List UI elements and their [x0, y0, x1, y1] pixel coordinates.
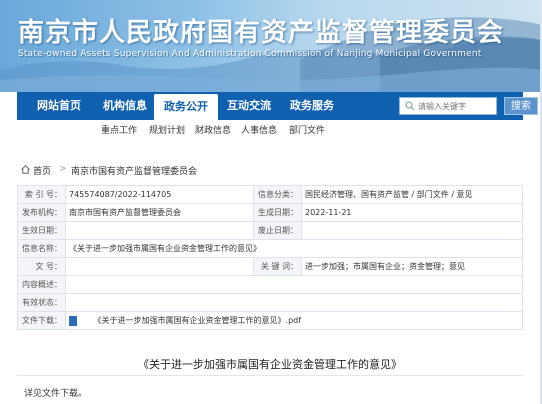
info-row: 信息名称： 《关于进一步加强市属国有企业资金管理工作的意见》: [17, 239, 523, 258]
issuer-value: 南京市国有资产监督管理委员会: [65, 203, 254, 222]
site-subtitle: State-owned Assets Supervision And Admin…: [18, 49, 482, 59]
search-button[interactable]: 搜索: [504, 97, 538, 115]
name-label: 信息名称：: [17, 239, 66, 258]
issuer-label: 发布机构：: [17, 203, 66, 222]
content-summary-label: 内容概述：: [17, 275, 66, 294]
site-banner: 南京市人民政府国有资产监督管理委员会 State-owned Assets Su…: [0, 0, 542, 92]
info-row: 文件下载： 《关于进一步加强市属国有企业资金管理工作的意见》.pdf: [17, 311, 523, 330]
status-label: 有效状态：: [17, 293, 66, 312]
index-no-label: 索 引 号：: [17, 185, 66, 204]
subnav-key-work[interactable]: 重点工作: [101, 123, 137, 136]
index-no-value: 745574087/2022-114705: [65, 185, 254, 204]
divider: [17, 375, 523, 376]
nav-organization[interactable]: 机构信息: [93, 92, 157, 120]
search-box: [399, 97, 497, 115]
main-nav: 网站首页 机构信息 政务公开 互动交流 政务服务 搜索: [17, 92, 538, 122]
effective-value: [65, 221, 254, 240]
sub-nav: 重点工作 规划计划 财政信息 人事信息 部门文件: [17, 120, 523, 140]
article-title: 《关于进一步加强市属国有企业资金管理工作的意见》: [138, 358, 402, 371]
breadcrumb: 首页 > 南京市国有资产监督管理委员会: [17, 163, 523, 177]
date-label: 生成日期：: [253, 203, 302, 222]
info-row: 发布机构： 南京市国有资产监督管理委员会 生成日期： 2022-11-21: [17, 203, 523, 222]
category-label: 信息分类：: [253, 185, 302, 204]
status-value: [65, 293, 523, 312]
subnav-department-docs[interactable]: 部门文件: [289, 123, 325, 136]
attachment-label: 文件下载：: [17, 311, 66, 330]
subnav-personnel[interactable]: 人事信息: [241, 123, 277, 136]
nav-home[interactable]: 网站首页: [27, 92, 91, 120]
breadcrumb-separator: >: [59, 164, 67, 174]
expire-value: [301, 221, 523, 240]
nav-government-affairs[interactable]: 政务公开: [154, 94, 218, 122]
subnav-finance[interactable]: 财政信息: [195, 123, 231, 136]
file-download-icon[interactable]: [69, 315, 77, 326]
search-input[interactable]: [418, 99, 494, 113]
subnav-planning[interactable]: 规划计划: [149, 123, 185, 136]
info-row: 索 引 号： 745574087/2022-114705 信息分类： 国民经济管…: [17, 185, 523, 204]
keywords-value: 进一步加强；市属国有企业；资金管理；意见: [301, 257, 523, 276]
attachment-link[interactable]: 《关于进一步加强市属国有企业资金管理工作的意见》.pdf: [94, 316, 302, 325]
breadcrumb-home[interactable]: 首页: [33, 164, 51, 177]
nav-interaction[interactable]: 互动交流: [217, 92, 281, 120]
search-icon: [405, 101, 415, 111]
info-row: 生效日期： 废止日期：: [17, 221, 523, 240]
doc-no-value: [65, 257, 254, 276]
keywords-label: 关 键 词：: [253, 257, 302, 276]
category-value: 国民经济管理、国有资产监管 / 部门文件 / 意见: [301, 185, 523, 204]
home-icon: [21, 165, 30, 174]
effective-label: 生效日期：: [17, 221, 66, 240]
date-value: 2022-11-21: [301, 203, 523, 222]
name-value: 《关于进一步加强市属国有企业资金管理工作的意见》: [65, 239, 523, 258]
expire-label: 废止日期：: [253, 221, 302, 240]
info-table: 索 引 号： 745574087/2022-114705 信息分类： 国民经济管…: [17, 185, 523, 330]
breadcrumb-current[interactable]: 南京市国有资产监督管理委员会: [71, 164, 197, 177]
info-row: 有效状态：: [17, 293, 523, 312]
doc-no-label: 文 号：: [17, 257, 66, 276]
info-row: 内容概述：: [17, 275, 523, 294]
content-summary-value: [65, 275, 523, 294]
article-text: 详见文件下载。: [24, 389, 88, 399]
site-title: 南京市人民政府国有资产监督管理委员会: [18, 18, 505, 48]
info-row: 文 号： 关 键 词： 进一步加强；市属国有企业；资金管理；意见: [17, 257, 523, 276]
attachment-cell: 《关于进一步加强市属国有企业资金管理工作的意见》.pdf: [65, 311, 523, 330]
nav-services[interactable]: 政务服务: [279, 92, 345, 120]
